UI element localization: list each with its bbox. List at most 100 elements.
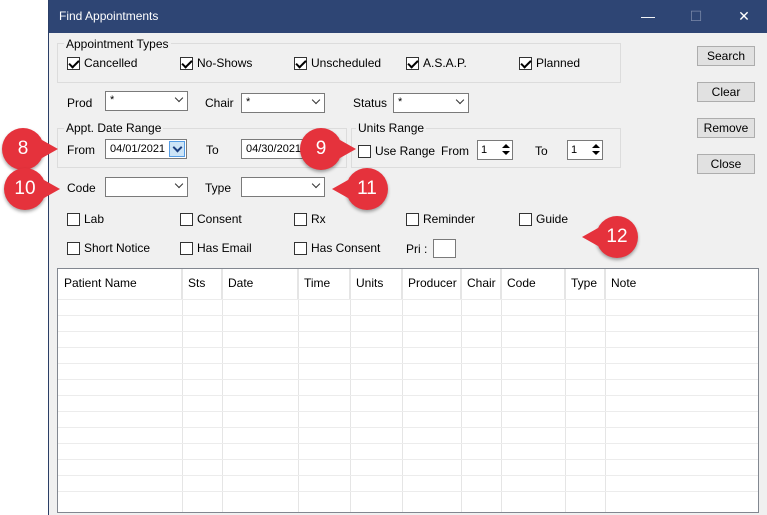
checkbox-box[interactable]: [406, 56, 419, 70]
row-divider: [58, 459, 758, 460]
row-divider: [58, 475, 758, 476]
spin-down-icon[interactable]: [591, 150, 601, 158]
checkbox-asap[interactable]: A.S.A.P.: [406, 56, 467, 70]
callout-number: 11: [357, 178, 377, 199]
checkbox-use-range[interactable]: Use Range: [358, 144, 435, 158]
checkbox-label: Guide: [536, 212, 569, 226]
spin-up-icon[interactable]: [501, 142, 511, 150]
calendar-dropdown-icon[interactable]: [169, 141, 185, 157]
checkbox-has-email[interactable]: Has Email: [180, 241, 252, 255]
checkbox-box[interactable]: [294, 212, 307, 226]
checkbox-box[interactable]: [180, 241, 193, 255]
checkbox-unscheduled[interactable]: Unscheduled: [294, 56, 381, 70]
title-bar: Find Appointments — ☐ ✕: [49, 0, 767, 33]
minimize-button[interactable]: —: [625, 0, 671, 33]
checkbox-label: Planned: [536, 56, 581, 70]
checkbox-label: No-Shows: [197, 56, 253, 70]
close-window-button[interactable]: ✕: [721, 0, 767, 33]
callout-number: 9: [315, 138, 327, 159]
code-select[interactable]: [105, 177, 188, 197]
close-button[interactable]: Close: [697, 154, 755, 174]
checkbox-box[interactable]: [180, 212, 193, 226]
checkbox-has-consent[interactable]: Has Consent: [294, 241, 380, 255]
units-to-label: To: [535, 144, 548, 158]
spin-up-icon[interactable]: [591, 142, 601, 150]
checkbox-short-notice[interactable]: Short Notice: [67, 241, 150, 255]
checkbox-box[interactable]: [294, 56, 307, 70]
checkbox-label: Reminder: [423, 212, 476, 226]
column-header[interactable]: Time: [298, 269, 350, 299]
clear-button[interactable]: Clear: [697, 82, 755, 102]
column-header[interactable]: Type: [565, 269, 605, 299]
chair-label: Chair: [205, 96, 234, 110]
appointments-table[interactable]: Patient Name Sts Date Time Units Produce…: [57, 268, 759, 513]
remove-button[interactable]: Remove: [697, 118, 755, 138]
prod-label: Prod: [67, 96, 93, 110]
column-header[interactable]: Patient Name: [58, 269, 182, 299]
callout-number: 10: [14, 178, 36, 199]
row-divider: [58, 491, 758, 492]
checkbox-label: Lab: [84, 212, 105, 226]
column-header[interactable]: Units: [350, 269, 402, 299]
prod-select[interactable]: *: [105, 91, 188, 111]
chair-select[interactable]: *: [241, 93, 325, 113]
callout-number: 12: [606, 226, 628, 247]
column-header[interactable]: Producer: [402, 269, 461, 299]
find-appointments-window: Find Appointments — ☐ ✕ Appointment Type…: [48, 0, 767, 515]
date-to-value: 04/30/2021: [246, 143, 302, 155]
checkbox-planned[interactable]: Planned: [519, 56, 580, 70]
checkbox-box[interactable]: [358, 144, 371, 158]
type-select[interactable]: [241, 177, 325, 197]
checkbox-label: Consent: [197, 212, 242, 226]
callout-badge-10: 10: [4, 168, 60, 210]
pri-input[interactable]: [433, 239, 456, 258]
code-label: Code: [67, 181, 96, 195]
column-header[interactable]: Code: [501, 269, 565, 299]
checkbox-consent[interactable]: Consent: [180, 212, 242, 226]
status-label: Status: [353, 96, 388, 110]
units-from-label: From: [441, 144, 469, 158]
checkbox-no-shows[interactable]: No-Shows: [180, 56, 252, 70]
checkbox-lab[interactable]: Lab: [67, 212, 104, 226]
spin-down-icon[interactable]: [501, 150, 511, 158]
maximize-button: ☐: [689, 8, 703, 24]
units-to-spinner[interactable]: 1: [567, 140, 603, 160]
checkbox-cancelled[interactable]: Cancelled: [67, 56, 137, 70]
checkbox-box[interactable]: [406, 212, 419, 226]
checkbox-label: Use Range: [375, 144, 436, 158]
column-header[interactable]: Note: [605, 269, 705, 299]
checkbox-box[interactable]: [67, 241, 80, 255]
date-from-input[interactable]: 04/01/2021: [105, 139, 187, 159]
callout-badge-8: 8: [2, 128, 58, 170]
units-range-label: Units Range: [356, 121, 427, 135]
units-from-spinner[interactable]: 1: [477, 140, 513, 160]
callout-badge-11: 11: [332, 168, 388, 210]
date-from-value: 04/01/2021: [110, 143, 166, 155]
checkbox-label: Has Consent: [311, 241, 381, 255]
callout-badge-12: 12: [582, 216, 638, 258]
checkbox-box[interactable]: [294, 241, 307, 255]
checkbox-box[interactable]: [519, 212, 532, 226]
checkbox-box[interactable]: [180, 56, 193, 70]
search-button[interactable]: Search: [697, 46, 755, 66]
checkbox-reminder[interactable]: Reminder: [406, 212, 475, 226]
column-header[interactable]: Chair: [461, 269, 501, 299]
checkbox-rx[interactable]: Rx: [294, 212, 326, 226]
chair-value: *: [246, 96, 251, 108]
appointment-types-label: Appointment Types: [64, 37, 171, 51]
callout-pointer: [340, 140, 356, 158]
column-header[interactable]: Date: [222, 269, 298, 299]
callout-number: 8: [17, 138, 29, 159]
prod-value: *: [110, 94, 115, 106]
pri-label: Pri :: [406, 242, 428, 256]
column-header[interactable]: Sts: [182, 269, 222, 299]
status-select[interactable]: *: [393, 93, 469, 113]
row-divider: [58, 443, 758, 444]
type-label: Type: [205, 181, 232, 195]
checkbox-guide[interactable]: Guide: [519, 212, 568, 226]
checkbox-label: Has Email: [197, 241, 252, 255]
checkbox-box[interactable]: [67, 56, 80, 70]
checkbox-label: A.S.A.P.: [423, 56, 467, 70]
checkbox-box[interactable]: [519, 56, 532, 70]
checkbox-box[interactable]: [67, 212, 80, 226]
